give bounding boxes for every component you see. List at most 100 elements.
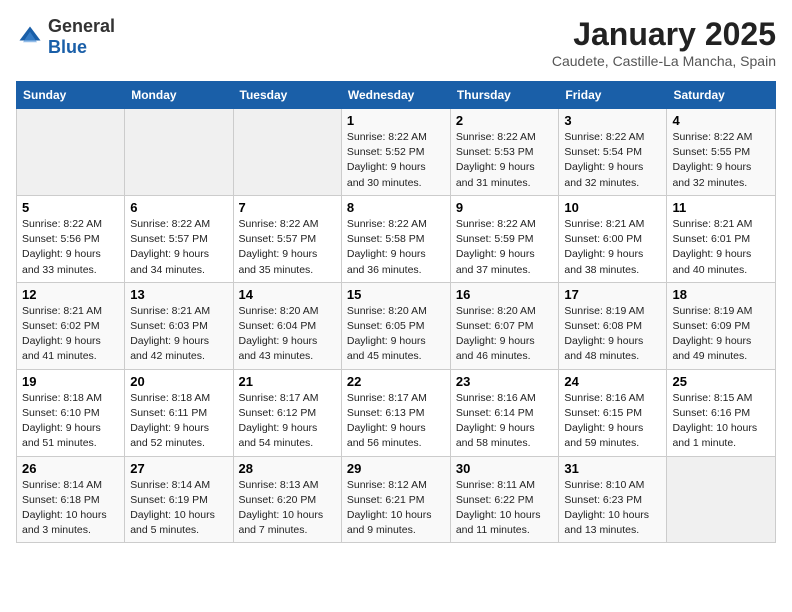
day-number: 11 bbox=[672, 200, 770, 215]
day-info: Sunrise: 8:17 AM Sunset: 6:12 PM Dayligh… bbox=[239, 391, 336, 452]
calendar-week-row: 19 Sunrise: 8:18 AM Sunset: 6:10 PM Dayli… bbox=[17, 369, 776, 456]
weekday-header-monday: Monday bbox=[125, 82, 233, 109]
day-info: Sunrise: 8:10 AM Sunset: 6:23 PM Dayligh… bbox=[564, 478, 661, 539]
day-info: Sunrise: 8:18 AM Sunset: 6:10 PM Dayligh… bbox=[22, 391, 119, 452]
day-number: 31 bbox=[564, 461, 661, 476]
day-info: Sunrise: 8:21 AM Sunset: 6:03 PM Dayligh… bbox=[130, 304, 227, 365]
calendar-cell: 4 Sunrise: 8:22 AM Sunset: 5:55 PM Daylig… bbox=[667, 109, 776, 196]
day-number: 10 bbox=[564, 200, 661, 215]
weekday-header-row: SundayMondayTuesdayWednesdayThursdayFrid… bbox=[17, 82, 776, 109]
day-info: Sunrise: 8:20 AM Sunset: 6:04 PM Dayligh… bbox=[239, 304, 336, 365]
calendar-week-row: 12 Sunrise: 8:21 AM Sunset: 6:02 PM Dayli… bbox=[17, 282, 776, 369]
day-info: Sunrise: 8:15 AM Sunset: 6:16 PM Dayligh… bbox=[672, 391, 770, 452]
calendar-cell: 25 Sunrise: 8:15 AM Sunset: 6:16 PM Dayli… bbox=[667, 369, 776, 456]
weekday-header-friday: Friday bbox=[559, 82, 667, 109]
calendar-cell: 14 Sunrise: 8:20 AM Sunset: 6:04 PM Dayli… bbox=[233, 282, 341, 369]
day-info: Sunrise: 8:22 AM Sunset: 5:56 PM Dayligh… bbox=[22, 217, 119, 278]
calendar-subtitle: Caudete, Castille-La Mancha, Spain bbox=[552, 53, 776, 69]
calendar-cell: 26Sunrise: 8:14 AM Sunset: 6:18 PM Dayli… bbox=[17, 456, 125, 543]
logo: General Blue bbox=[16, 16, 115, 58]
day-number: 17 bbox=[564, 287, 661, 302]
calendar-cell: 17 Sunrise: 8:19 AM Sunset: 6:08 PM Dayli… bbox=[559, 282, 667, 369]
calendar-cell: 3 Sunrise: 8:22 AM Sunset: 5:54 PM Daylig… bbox=[559, 109, 667, 196]
calendar-week-row: 5Sunrise: 8:22 AM Sunset: 5:56 PM Daylig… bbox=[17, 195, 776, 282]
day-number: 26 bbox=[22, 461, 119, 476]
weekday-header-sunday: Sunday bbox=[17, 82, 125, 109]
day-info: Sunrise: 8:16 AM Sunset: 6:15 PM Dayligh… bbox=[564, 391, 661, 452]
day-number: 24 bbox=[564, 374, 661, 389]
calendar-cell: 24 Sunrise: 8:16 AM Sunset: 6:15 PM Dayli… bbox=[559, 369, 667, 456]
calendar-cell: 19 Sunrise: 8:18 AM Sunset: 6:10 PM Dayli… bbox=[17, 369, 125, 456]
day-number: 1 bbox=[347, 113, 445, 128]
calendar-week-row: 1 Sunrise: 8:22 AM Sunset: 5:52 PM Daylig… bbox=[17, 109, 776, 196]
calendar-cell bbox=[17, 109, 125, 196]
calendar-cell: 30 Sunrise: 8:11 AM Sunset: 6:22 PM Dayli… bbox=[450, 456, 559, 543]
day-number: 30 bbox=[456, 461, 554, 476]
day-info: Sunrise: 8:12 AM Sunset: 6:21 PM Dayligh… bbox=[347, 478, 445, 539]
weekday-header-wednesday: Wednesday bbox=[341, 82, 450, 109]
day-number: 25 bbox=[672, 374, 770, 389]
day-info: Sunrise: 8:11 AM Sunset: 6:22 PM Dayligh… bbox=[456, 478, 554, 539]
calendar-cell: 31 Sunrise: 8:10 AM Sunset: 6:23 PM Dayli… bbox=[559, 456, 667, 543]
calendar-cell: 2 Sunrise: 8:22 AM Sunset: 5:53 PM Daylig… bbox=[450, 109, 559, 196]
day-info: Sunrise: 8:22 AM Sunset: 5:53 PM Dayligh… bbox=[456, 130, 554, 191]
calendar-cell: 15Sunrise: 8:20 AM Sunset: 6:05 PM Dayli… bbox=[341, 282, 450, 369]
day-number: 14 bbox=[239, 287, 336, 302]
calendar-cell: 7 Sunrise: 8:22 AM Sunset: 5:57 PM Daylig… bbox=[233, 195, 341, 282]
day-info: Sunrise: 8:17 AM Sunset: 6:13 PM Dayligh… bbox=[347, 391, 445, 452]
calendar-cell: 18Sunrise: 8:19 AM Sunset: 6:09 PM Dayli… bbox=[667, 282, 776, 369]
day-number: 23 bbox=[456, 374, 554, 389]
day-info: Sunrise: 8:16 AM Sunset: 6:14 PM Dayligh… bbox=[456, 391, 554, 452]
day-info: Sunrise: 8:14 AM Sunset: 6:19 PM Dayligh… bbox=[130, 478, 227, 539]
day-info: Sunrise: 8:21 AM Sunset: 6:00 PM Dayligh… bbox=[564, 217, 661, 278]
weekday-header-tuesday: Tuesday bbox=[233, 82, 341, 109]
day-number: 7 bbox=[239, 200, 336, 215]
day-number: 12 bbox=[22, 287, 119, 302]
day-info: Sunrise: 8:22 AM Sunset: 5:55 PM Dayligh… bbox=[672, 130, 770, 191]
calendar-cell: 27 Sunrise: 8:14 AM Sunset: 6:19 PM Dayli… bbox=[125, 456, 233, 543]
calendar-cell: 11Sunrise: 8:21 AM Sunset: 6:01 PM Dayli… bbox=[667, 195, 776, 282]
weekday-header-thursday: Thursday bbox=[450, 82, 559, 109]
day-info: Sunrise: 8:19 AM Sunset: 6:08 PM Dayligh… bbox=[564, 304, 661, 365]
calendar-cell: 9 Sunrise: 8:22 AM Sunset: 5:59 PM Daylig… bbox=[450, 195, 559, 282]
day-info: Sunrise: 8:22 AM Sunset: 5:52 PM Dayligh… bbox=[347, 130, 445, 191]
calendar-week-row: 26Sunrise: 8:14 AM Sunset: 6:18 PM Dayli… bbox=[17, 456, 776, 543]
day-info: Sunrise: 8:18 AM Sunset: 6:11 PM Dayligh… bbox=[130, 391, 227, 452]
day-info: Sunrise: 8:20 AM Sunset: 6:05 PM Dayligh… bbox=[347, 304, 445, 365]
day-number: 22 bbox=[347, 374, 445, 389]
day-number: 20 bbox=[130, 374, 227, 389]
day-number: 2 bbox=[456, 113, 554, 128]
page-header: General Blue January 2025 Caudete, Casti… bbox=[16, 16, 776, 69]
logo-blue: Blue bbox=[48, 37, 87, 57]
calendar-cell bbox=[667, 456, 776, 543]
day-number: 27 bbox=[130, 461, 227, 476]
weekday-header-saturday: Saturday bbox=[667, 82, 776, 109]
day-number: 3 bbox=[564, 113, 661, 128]
calendar-cell: 28 Sunrise: 8:13 AM Sunset: 6:20 PM Dayli… bbox=[233, 456, 341, 543]
calendar-cell: 13Sunrise: 8:21 AM Sunset: 6:03 PM Dayli… bbox=[125, 282, 233, 369]
calendar-cell: 1 Sunrise: 8:22 AM Sunset: 5:52 PM Daylig… bbox=[341, 109, 450, 196]
day-info: Sunrise: 8:19 AM Sunset: 6:09 PM Dayligh… bbox=[672, 304, 770, 365]
day-info: Sunrise: 8:13 AM Sunset: 6:20 PM Dayligh… bbox=[239, 478, 336, 539]
calendar-table: SundayMondayTuesdayWednesdayThursdayFrid… bbox=[16, 81, 776, 543]
calendar-title: January 2025 bbox=[552, 16, 776, 53]
calendar-cell: 21Sunrise: 8:17 AM Sunset: 6:12 PM Dayli… bbox=[233, 369, 341, 456]
day-number: 8 bbox=[347, 200, 445, 215]
day-number: 28 bbox=[239, 461, 336, 476]
day-number: 4 bbox=[672, 113, 770, 128]
day-info: Sunrise: 8:22 AM Sunset: 5:58 PM Dayligh… bbox=[347, 217, 445, 278]
calendar-cell: 29Sunrise: 8:12 AM Sunset: 6:21 PM Dayli… bbox=[341, 456, 450, 543]
day-info: Sunrise: 8:22 AM Sunset: 5:57 PM Dayligh… bbox=[239, 217, 336, 278]
calendar-cell: 6Sunrise: 8:22 AM Sunset: 5:57 PM Daylig… bbox=[125, 195, 233, 282]
day-info: Sunrise: 8:22 AM Sunset: 5:59 PM Dayligh… bbox=[456, 217, 554, 278]
calendar-cell: 20 Sunrise: 8:18 AM Sunset: 6:11 PM Dayli… bbox=[125, 369, 233, 456]
day-info: Sunrise: 8:22 AM Sunset: 5:54 PM Dayligh… bbox=[564, 130, 661, 191]
day-info: Sunrise: 8:21 AM Sunset: 6:02 PM Dayligh… bbox=[22, 304, 119, 365]
title-block: January 2025 Caudete, Castille-La Mancha… bbox=[552, 16, 776, 69]
day-number: 6 bbox=[130, 200, 227, 215]
day-number: 9 bbox=[456, 200, 554, 215]
calendar-cell bbox=[125, 109, 233, 196]
day-number: 19 bbox=[22, 374, 119, 389]
calendar-cell: 5Sunrise: 8:22 AM Sunset: 5:56 PM Daylig… bbox=[17, 195, 125, 282]
calendar-cell: 22 Sunrise: 8:17 AM Sunset: 6:13 PM Dayli… bbox=[341, 369, 450, 456]
